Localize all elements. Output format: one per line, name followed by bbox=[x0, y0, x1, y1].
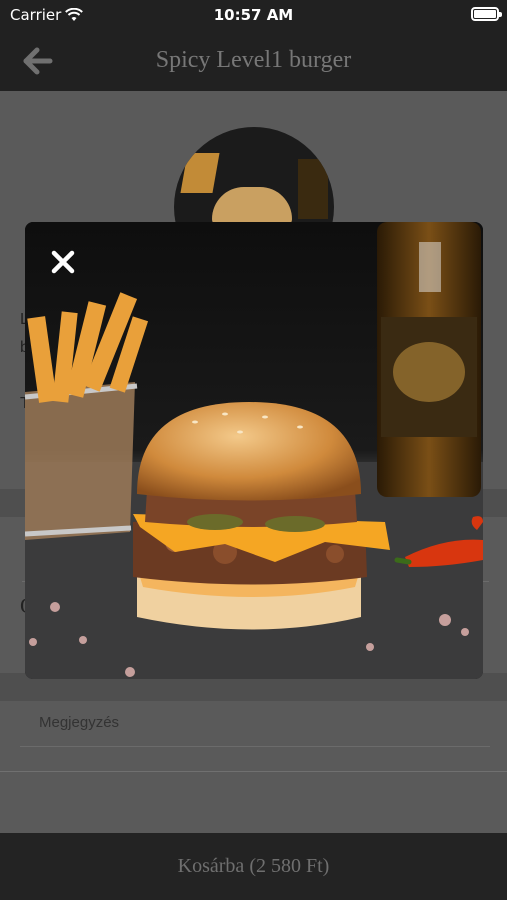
note-field[interactable] bbox=[20, 699, 490, 747]
status-bar: Carrier 10:57 AM bbox=[0, 0, 507, 30]
nav-bar: Spicy Level1 burger bbox=[0, 30, 507, 91]
bottle-shape bbox=[298, 159, 328, 219]
bun-shape bbox=[212, 187, 292, 227]
image-modal bbox=[25, 222, 483, 679]
status-time: 10:57 AM bbox=[213, 6, 294, 24]
add-to-cart-button[interactable]: Kosárba (2 580 Ft) bbox=[0, 833, 507, 900]
page-title: Spicy Level1 burger bbox=[155, 47, 352, 73]
battery-icon bbox=[471, 7, 502, 21]
close-icon[interactable] bbox=[47, 246, 79, 278]
fries-shape bbox=[180, 153, 220, 193]
note-input[interactable] bbox=[20, 699, 490, 746]
burger-photo bbox=[25, 222, 483, 679]
divider bbox=[0, 771, 507, 772]
